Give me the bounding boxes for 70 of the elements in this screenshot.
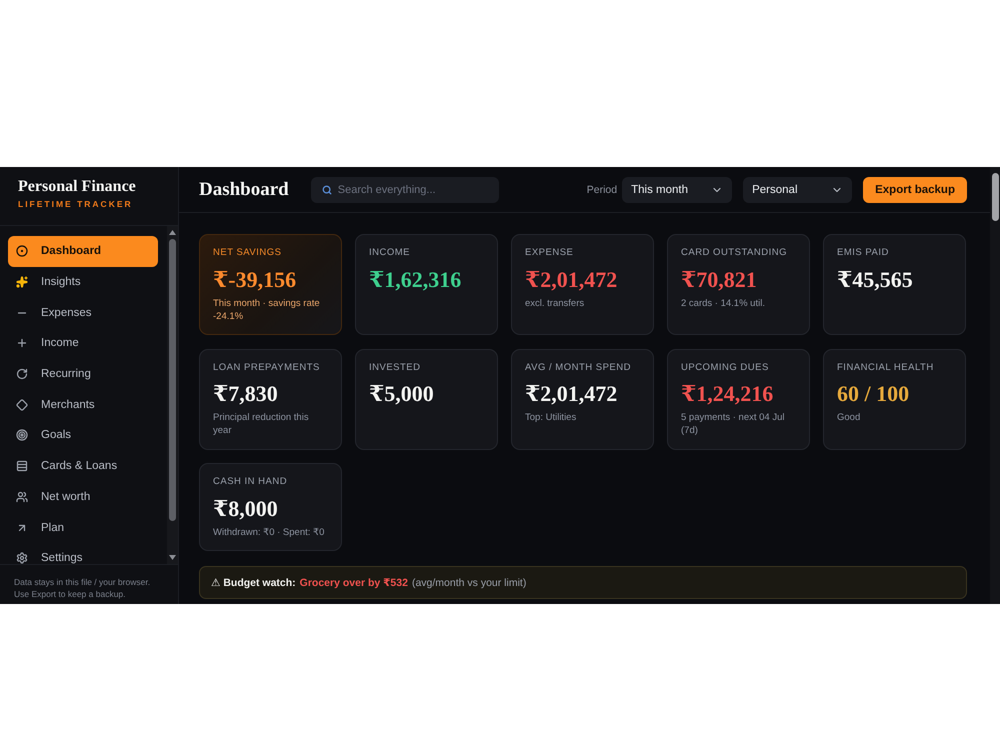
stat-value: ₹2,01,472 xyxy=(525,381,618,406)
stat-value: ₹5,000 xyxy=(369,381,435,406)
nav-item[interactable]: Insights xyxy=(8,266,158,298)
period-select[interactable]: This month xyxy=(622,176,732,202)
nav-item[interactable]: Settings xyxy=(8,542,158,574)
stat-value: ₹1,24,216 xyxy=(681,381,774,406)
nav-item[interactable]: Merchants xyxy=(8,389,158,420)
period-label: Period xyxy=(586,184,618,196)
scrollbar-thumb[interactable] xyxy=(169,239,176,521)
search-icon xyxy=(322,184,332,194)
target-icon xyxy=(16,429,28,442)
app-title: Personal Finance xyxy=(18,177,137,196)
stat-label: FINANCIAL HEALTH xyxy=(837,362,935,374)
nav-item[interactable]: Income xyxy=(8,328,158,359)
nav-item[interactable]: Net worth xyxy=(8,482,158,512)
nav-item[interactable]: Expenses xyxy=(8,297,158,328)
nav-item[interactable]: Plan xyxy=(8,512,158,543)
stat-note: 2 cards · 14.1% util. xyxy=(681,296,766,310)
stat-value: ₹2,01,472 xyxy=(525,266,618,292)
stat-value: ₹45,565 xyxy=(837,266,914,292)
stat-label: LOAN PREPAYMENTS xyxy=(213,362,321,374)
stat-note: Withdrawn: ₹0 · Spent: ₹0 xyxy=(213,526,326,538)
scroll-up-icon[interactable] xyxy=(169,230,176,235)
sparkles-icon xyxy=(16,276,28,288)
nav-item[interactable]: Goals xyxy=(8,420,158,451)
list-icon xyxy=(16,460,28,472)
stat-label: INVESTED xyxy=(369,362,422,374)
scrollbar-thumb[interactable] xyxy=(992,173,998,221)
stat-value: ₹70,821 xyxy=(681,266,758,292)
stat-note: This month · savings rate -24.1% xyxy=(213,296,321,322)
scroll-down-icon[interactable] xyxy=(169,555,176,560)
stat-label: CASH IN HAND xyxy=(213,476,288,488)
circle-dot-icon xyxy=(16,245,28,258)
stat-label: EXPENSE xyxy=(525,247,574,259)
stat-value: ₹7,830 xyxy=(213,381,279,406)
footer-note: Data stays in this file / your browser. xyxy=(14,576,152,588)
budget-label: ⚠ Budget watch: xyxy=(211,576,296,588)
stat-value: ₹8,000 xyxy=(213,496,279,520)
scrollbar[interactable] xyxy=(167,226,178,564)
nav-item[interactable]: Cards & Loans xyxy=(8,450,158,482)
stat-label: AVG / MONTH SPEND xyxy=(525,362,632,374)
settings-icon xyxy=(16,552,28,564)
stat-note: excl. transfers xyxy=(525,296,586,310)
stat-value: ₹1,62,316 xyxy=(369,266,462,292)
stat-note: Top: Utilities xyxy=(525,411,578,424)
stat-note: 5 payments · next 04 Jul (7d) xyxy=(681,411,786,437)
page-scrollbar[interactable] xyxy=(990,167,1000,604)
people-icon xyxy=(16,490,28,503)
stat-label: INCOME xyxy=(369,247,411,259)
stat-value: ₹-39,156 xyxy=(213,266,298,292)
footer-note: Use Export to keep a backup. xyxy=(14,588,127,600)
export-button[interactable]: Export backup xyxy=(863,176,967,202)
nav-item[interactable]: Recurring xyxy=(8,358,158,390)
stat-note: Principal reduction this year xyxy=(213,411,310,437)
search-field[interactable]: Search everything... xyxy=(310,176,499,202)
stat-label: UPCOMING DUES xyxy=(681,362,770,374)
profile-select[interactable]: Personal xyxy=(743,176,852,202)
stat-value: 60 / 100 xyxy=(837,381,910,406)
budget-warning-text: Grocery over by ₹532 xyxy=(300,576,408,588)
stat-note: Good xyxy=(837,411,862,424)
app-subtitle: LIFETIME TRACKER xyxy=(18,199,134,209)
budget-note: (avg/month vs your limit) xyxy=(412,576,526,588)
diamond-icon xyxy=(16,398,28,411)
page-title: Dashboard xyxy=(199,178,289,200)
plus-icon xyxy=(16,337,28,350)
nav-item[interactable]: Dashboard xyxy=(8,236,158,267)
stat-label: NET SAVINGS xyxy=(213,247,282,259)
stat-label: CARD OUTSTANDING xyxy=(681,247,788,259)
circular-arrow-icon xyxy=(16,368,28,380)
stat-label: EMIS PAID xyxy=(837,247,890,259)
